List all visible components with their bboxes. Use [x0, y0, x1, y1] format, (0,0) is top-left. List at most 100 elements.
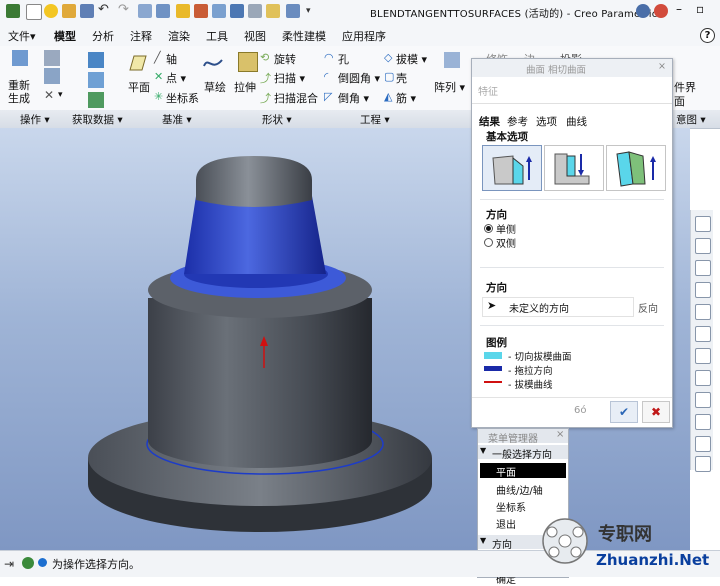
pattern-label[interactable]: 阵列 ▾ — [434, 79, 465, 95]
group-intent[interactable]: 意图 ▾ — [676, 112, 706, 127]
sketch-icon[interactable] — [202, 54, 224, 72]
chamfer-icon[interactable]: ◸ — [324, 90, 332, 103]
zoom-in-icon[interactable] — [695, 238, 711, 254]
group-operations[interactable]: 操作 ▾ — [20, 112, 50, 127]
repaint-icon[interactable] — [695, 282, 711, 298]
spin-center-icon[interactable] — [695, 414, 711, 430]
restore-icon[interactable]: ▫ — [696, 2, 704, 16]
tab-references[interactable]: 参考 — [507, 114, 528, 129]
tool-icon[interactable] — [194, 4, 208, 18]
tab-result[interactable]: 结果 — [479, 114, 500, 129]
paste-icon[interactable] — [44, 68, 60, 84]
copy-icon[interactable] — [44, 50, 60, 66]
folder-icon[interactable] — [176, 4, 190, 18]
saved-orientations-icon[interactable] — [695, 326, 711, 342]
arrow-right-icon[interactable]: ⇥ — [4, 557, 14, 571]
sweep-label[interactable]: 扫描 ▾ — [274, 70, 305, 86]
layer-icon[interactable] — [248, 4, 262, 18]
extrude-icon[interactable] — [238, 52, 258, 72]
preview-glasses-icon[interactable]: 6ó — [574, 405, 586, 416]
reverse-button[interactable]: 反向 — [638, 300, 658, 315]
new-file-icon[interactable] — [26, 4, 42, 20]
tab-options[interactable]: 选项 — [536, 114, 557, 129]
ok-button[interactable]: ✔ — [610, 401, 638, 423]
user-feature-icon[interactable] — [88, 72, 104, 88]
group-datum[interactable]: 基准 ▾ — [162, 112, 192, 127]
regenerate-label[interactable]: 重新生成 — [8, 79, 38, 105]
tab-annotate[interactable]: 注释 — [130, 28, 152, 44]
extrude-label[interactable]: 拉伸 — [234, 79, 256, 95]
menu-item-plane[interactable]: 平面 — [496, 464, 516, 479]
chevron-down-icon[interactable]: ▾ — [306, 6, 320, 20]
refit-icon[interactable] — [695, 216, 711, 232]
smiley-icon[interactable] — [44, 4, 58, 18]
csys-label[interactable]: 坐标系 — [166, 90, 199, 106]
option-card-1[interactable] — [482, 145, 542, 191]
regenerate-icon[interactable] — [138, 4, 152, 18]
get-data-icon[interactable] — [88, 52, 104, 68]
round-icon[interactable]: ◜ — [324, 70, 328, 83]
swept-blend-icon[interactable]: ⤴ — [260, 90, 271, 106]
draft-icon[interactable]: ◇ — [384, 51, 392, 64]
tab-render[interactable]: 渲染 — [168, 28, 190, 44]
tab-file[interactable]: 文件▾ — [8, 28, 36, 44]
menu-manager-title-bar[interactable]: 菜单管理器 × — [478, 429, 568, 445]
draft-label[interactable]: 拔模 ▾ — [396, 51, 427, 67]
option-card-2[interactable] — [544, 145, 604, 191]
tab-model[interactable]: 模型 — [54, 28, 76, 44]
sweep-icon[interactable]: ⤴ — [260, 70, 271, 86]
shell-label[interactable]: 壳 — [396, 70, 407, 86]
pattern-icon[interactable] — [444, 52, 460, 68]
tab-tools[interactable]: 工具 — [206, 28, 228, 44]
group-shapes[interactable]: 形状 ▾ — [262, 112, 292, 127]
search-icon[interactable] — [636, 4, 650, 18]
view-icon[interactable] — [266, 4, 280, 18]
menu-manager-close-icon[interactable]: × — [556, 429, 564, 440]
option-card-3[interactable] — [606, 145, 666, 191]
hole-icon[interactable]: ◠ — [324, 51, 334, 64]
view-manager-icon[interactable] — [695, 348, 711, 364]
axis-label[interactable]: 轴 — [166, 51, 177, 67]
regenerate-icon[interactable] — [12, 50, 28, 66]
revolve-label[interactable]: 旋转 — [274, 51, 296, 67]
radio-double-sided[interactable] — [484, 238, 493, 247]
windows-icon[interactable] — [156, 4, 170, 18]
stop-icon[interactable] — [654, 4, 668, 18]
shell-icon[interactable]: ▢ — [384, 70, 394, 83]
round-label[interactable]: 倒圆角 ▾ — [338, 70, 380, 86]
grid-icon[interactable] — [286, 4, 300, 18]
shrinkwrap-icon[interactable] — [88, 92, 104, 108]
undo-icon[interactable]: ↶ — [98, 2, 112, 17]
rib-icon[interactable]: ◭ — [384, 90, 392, 103]
csys-display-icon[interactable] — [695, 456, 711, 472]
chamfer-label[interactable]: 倒角 ▾ — [338, 90, 369, 106]
datum-display-icon[interactable] — [695, 370, 711, 386]
tab-flexible-modeling[interactable]: 柔性建模 — [282, 28, 326, 44]
sketch-label[interactable]: 草绘 — [204, 79, 226, 95]
close-window-icon[interactable] — [230, 4, 244, 18]
rib-label[interactable]: 筋 ▾ — [396, 90, 416, 106]
csys-icon[interactable]: ✳ — [154, 90, 163, 103]
cancel-button[interactable]: ✖ — [642, 401, 670, 423]
ribbon-right-fragment-2[interactable]: 面 — [674, 93, 685, 109]
annotation-display-icon[interactable] — [695, 392, 711, 408]
swept-blend-label[interactable]: 扫描混合 — [274, 90, 318, 106]
dialog-close-icon[interactable]: × — [658, 61, 666, 72]
menu-item-csys[interactable]: 坐标系 — [496, 499, 526, 514]
help-icon[interactable]: ? — [700, 28, 715, 43]
group-get-data[interactable]: 获取数据 ▾ — [72, 112, 123, 127]
radio-double-label[interactable]: 双侧 — [496, 235, 516, 250]
tab-analysis[interactable]: 分析 — [92, 28, 114, 44]
radio-single-label[interactable]: 单侧 — [496, 221, 516, 236]
menu-item-curve-edge-axis[interactable]: 曲线/边/轴 — [496, 482, 543, 497]
revolve-icon[interactable]: ⟲ — [260, 51, 269, 64]
message-icon[interactable] — [22, 557, 34, 569]
delete-dropdown[interactable]: ▾ — [58, 90, 63, 100]
point-label[interactable]: 点 ▾ — [166, 70, 186, 86]
group-engineering[interactable]: 工程 ▾ — [360, 112, 390, 127]
tab-applications[interactable]: 应用程序 — [342, 28, 386, 44]
plane-label[interactable]: 平面 — [128, 79, 150, 95]
tab-view[interactable]: 视图 — [244, 28, 266, 44]
dialog-title-bar[interactable]: 曲面 相切曲面 × — [472, 59, 672, 77]
redo-icon[interactable]: ↷ — [118, 2, 132, 17]
